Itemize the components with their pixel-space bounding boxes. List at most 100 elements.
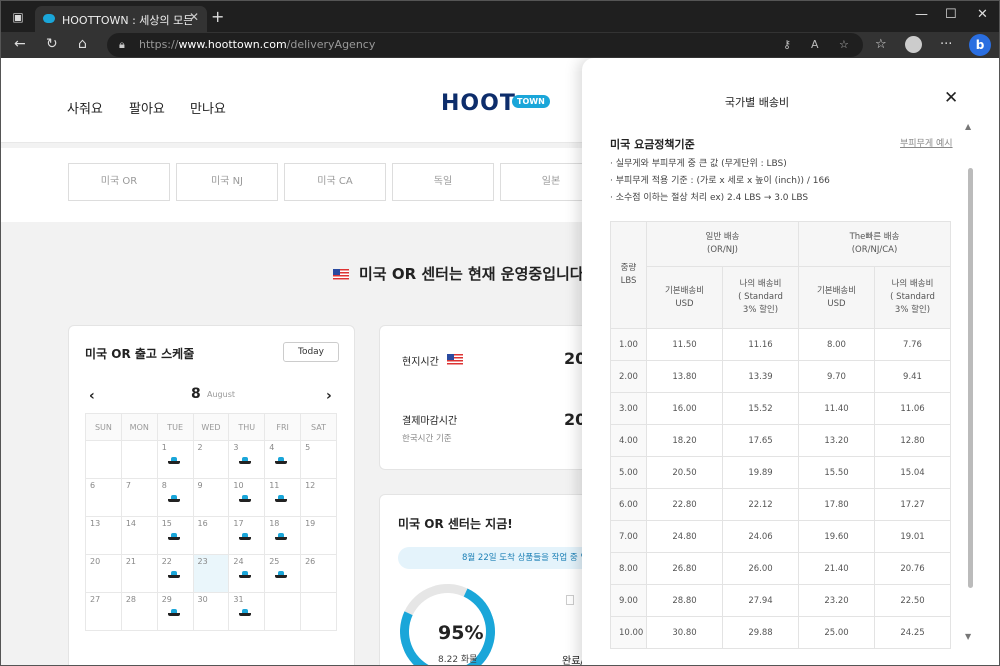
policy-bullet: · 소수점 이하는 절상 처리 ex) 2.4 LBS → 3.0 LBS <box>610 193 809 203</box>
window-close-icon[interactable]: ✕ <box>977 7 988 22</box>
calendar-day[interactable]: 14 <box>120 516 158 555</box>
status-title: 미국 OR 센터는 지금! <box>398 517 513 531</box>
fee-cell: 13.80 <box>646 360 723 393</box>
weekday-header: SAT <box>300 413 337 441</box>
fee-cell: 8.00 <box>798 328 875 361</box>
calendar-day[interactable]: 15 <box>156 516 194 555</box>
site-logo[interactable]: HOOT <box>441 91 516 116</box>
calendar-day[interactable]: 8 <box>156 478 194 517</box>
read-aloud-icon[interactable]: A <box>811 38 819 51</box>
day-number: 5 <box>305 443 311 452</box>
tab-us-ca[interactable]: 미국 CA <box>284 163 386 201</box>
day-number: 15 <box>161 519 172 528</box>
menu-buy[interactable]: 사줘요 <box>67 98 103 117</box>
menu-meet[interactable]: 만나요 <box>190 98 226 117</box>
scroll-up-icon[interactable]: ▲ <box>965 122 971 131</box>
progress-percent: 95% <box>438 622 484 644</box>
calendar-day[interactable]: 20 <box>85 554 122 593</box>
ship-icon <box>239 609 252 616</box>
rate-row: 7.00 24.80 24.06 19.60 19.01 <box>610 520 951 553</box>
calendar-day[interactable]: 31 <box>228 592 266 631</box>
calendar-day[interactable]: 12 <box>300 478 337 517</box>
ship-icon <box>167 533 180 540</box>
profile-avatar[interactable] <box>905 36 922 53</box>
calendar-day[interactable]: 23 <box>192 554 230 593</box>
plus-icon[interactable]: + <box>211 7 224 26</box>
calendar-day[interactable]: 7 <box>120 478 158 517</box>
calendar-day[interactable]: 17 <box>228 516 266 555</box>
tab-title: HOOTTOWN : 세상의 모든 상품 <box>62 14 192 27</box>
calendar-day[interactable]: 30 <box>192 592 230 631</box>
fee-cell: 20.76 <box>874 552 951 585</box>
minimize-icon[interactable]: — <box>915 7 928 22</box>
my-fee-header: 나의 배송비 ( Standard 3% 할인) <box>722 266 799 329</box>
calendar-day[interactable]: 16 <box>192 516 230 555</box>
tab-us-or[interactable]: 미국 OR <box>68 163 170 201</box>
calendar-day[interactable]: 29 <box>156 592 194 631</box>
chevron-left-icon[interactable]: ‹ <box>89 388 95 404</box>
calendar-day[interactable]: 26 <box>300 554 337 593</box>
calendar-grid: SUN MON TUE WED THU FRI SAT 1 2 3 4 5 6 7 8 9 10 11 12 13 1… <box>85 413 337 631</box>
calendar-day[interactable]: 5 <box>300 440 337 479</box>
home-icon[interactable]: ⌂ <box>78 36 87 52</box>
favorite-star-icon[interactable]: ☆ <box>839 38 849 51</box>
calendar-day <box>264 592 302 631</box>
tab-germany[interactable]: 독일 <box>392 163 494 201</box>
day-number: 28 <box>125 595 137 604</box>
calendar-day[interactable]: 9 <box>192 478 230 517</box>
panel-scrollbar[interactable] <box>968 168 973 588</box>
chevron-right-icon[interactable]: › <box>326 388 332 404</box>
browser-tab[interactable]: HOOTTOWN : 세상의 모든 상품 ✕ <box>35 6 207 32</box>
calendar-day[interactable]: 3 <box>228 440 266 479</box>
menu-sell[interactable]: 팔아요 <box>129 98 165 117</box>
maximize-icon[interactable]: ☐ <box>945 7 957 22</box>
day-number: 25 <box>269 557 280 566</box>
fee-cell: 12.80 <box>874 424 951 457</box>
rate-table: 중량 LBS 일반 배송 (OR/NJ) The빠른 배송 (OR/NJ/CA)… <box>610 221 951 649</box>
schedule-card: 미국 OR 출고 스케줄 Today ‹ 8 August › SUN MON TU… <box>68 325 355 665</box>
calendar-day[interactable]: 6 <box>85 478 122 517</box>
weight-cell: 5.00 <box>610 456 647 489</box>
calendar-day[interactable]: 19 <box>300 516 337 555</box>
lock-icon[interactable]: 🔒︎ <box>119 38 125 52</box>
calendar-day[interactable]: 18 <box>264 516 302 555</box>
ship-icon <box>167 457 180 464</box>
ship-icon <box>275 571 288 578</box>
weekday-header: THU <box>228 413 266 441</box>
close-icon[interactable]: ✕ <box>189 10 199 24</box>
close-icon[interactable]: ✕ <box>944 88 958 108</box>
weight-cell: 4.00 <box>610 424 647 457</box>
calendar-day[interactable]: 28 <box>120 592 158 631</box>
calendar-day[interactable]: 4 <box>264 440 302 479</box>
day-number: 8 <box>161 481 167 490</box>
calendar-day[interactable]: 27 <box>85 592 122 631</box>
bing-icon[interactable]: b <box>969 34 991 56</box>
calendar-day[interactable]: 2 <box>192 440 230 479</box>
tab-us-nj[interactable]: 미국 NJ <box>176 163 278 201</box>
calendar-day[interactable]: 22 <box>156 554 194 593</box>
calendar-day[interactable]: 1 <box>156 440 194 479</box>
collections-icon[interactable]: ☆ <box>875 37 887 52</box>
scroll-down-icon[interactable]: ▼ <box>965 632 971 641</box>
calendar-day[interactable]: 25 <box>264 554 302 593</box>
calendar-day[interactable]: 10 <box>228 478 266 517</box>
back-icon[interactable]: ← <box>14 36 26 52</box>
url-text[interactable]: https://www.hoottown.com/deliveryAgency <box>139 38 375 51</box>
tab-actions-icon[interactable]: ▣ <box>9 8 27 26</box>
more-icon[interactable]: ··· <box>940 37 952 52</box>
calendar-day[interactable]: 24 <box>228 554 266 593</box>
key-icon[interactable]: ⚷ <box>783 38 791 51</box>
fee-cell: 7.76 <box>874 328 951 361</box>
day-number: 7 <box>125 481 131 490</box>
calendar-day[interactable]: 21 <box>120 554 158 593</box>
refresh-icon[interactable]: ↻ <box>46 36 58 52</box>
progress-sub: 8.22 화물 <box>438 655 478 665</box>
done-label: 완료/ <box>562 656 584 666</box>
weekday-header: MON <box>120 413 158 441</box>
volume-weight-example-link[interactable]: 부피무게 예시 <box>900 136 953 149</box>
fee-cell: 17.80 <box>798 488 875 521</box>
address-bar[interactable]: 🔒︎ https://www.hoottown.com/deliveryAgen… <box>107 33 863 57</box>
calendar-day[interactable]: 13 <box>85 516 122 555</box>
calendar-day[interactable]: 11 <box>264 478 302 517</box>
today-button[interactable]: Today <box>283 342 339 362</box>
